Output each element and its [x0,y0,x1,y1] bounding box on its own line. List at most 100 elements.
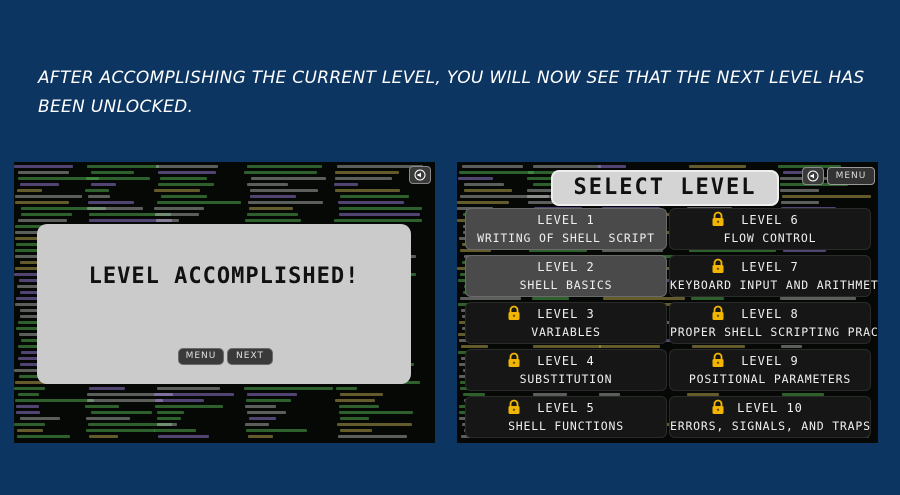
code-line [157,201,241,204]
code-line [21,213,72,216]
level-card-4[interactable]: LEVEL 7 KEYBOARD INPUT AND ARITHMETIC [669,255,878,297]
code-line [91,171,134,174]
code-line [462,165,523,168]
level-name: SUBSTITUTION [519,372,613,386]
code-line [158,183,214,186]
padlock-icon [712,305,724,320]
dialog-title: LEVEL ACCOMPLISHED! [88,264,360,289]
level-accomplished-screenshot: LEVEL ACCOMPLISHED! MENU NEXT [14,162,435,443]
level-card-1[interactable]: LEVEL 1 WRITING OF SHELL SCRIPT [465,208,667,250]
code-line [603,297,685,300]
code-line [15,201,69,204]
code-line [87,399,163,402]
code-line [156,219,179,222]
code-line [780,297,856,300]
code-line [17,435,70,438]
level-card-8[interactable]: LEVEL 9 POSITIONAL PARAMETERS [669,349,871,391]
code-line [339,405,379,408]
code-line [91,183,116,186]
code-line [458,177,493,180]
code-line [18,171,69,174]
code-line [89,435,118,438]
code-line [782,195,871,198]
level-number: LEVEL 1 [537,213,595,227]
code-line [155,405,223,408]
code-line [246,429,307,432]
code-line [156,165,218,168]
code-line [598,165,626,168]
code-line [154,189,200,192]
code-line [780,189,819,192]
level-accomplished-dialog: LEVEL ACCOMPLISHED! MENU NEXT [37,224,411,384]
level-card-6[interactable]: LEVEL 8 PROPER SHELL SCRIPTING PRACTICES [669,302,878,344]
code-line [14,165,73,168]
code-line [340,429,372,432]
code-line [532,297,569,300]
code-line [157,387,220,390]
level-card-9[interactable]: LEVEL 5 SHELL FUNCTIONS [465,396,667,438]
code-line [340,393,383,396]
code-line [158,435,209,438]
code-line [336,387,357,390]
code-line [245,405,276,408]
padlock-icon [508,352,520,367]
code-line [17,429,43,432]
padlock-icon [712,352,724,367]
speaker-icon[interactable] [802,167,824,185]
level-name: WRITING OF SHELL SCRIPT [477,231,655,245]
code-line [89,387,125,390]
level-card-5[interactable]: LEVEL 3 VARIABLES [465,302,667,344]
next-button[interactable]: NEXT [227,348,273,365]
code-line [247,165,322,168]
code-line [533,165,601,168]
code-line [247,183,288,186]
code-line [15,399,94,402]
level-number: LEVEL 5 [537,401,595,415]
code-line [461,345,488,348]
level-name: SHELL BASICS [519,278,613,292]
code-line [335,399,375,402]
code-line [338,435,407,438]
code-line [335,171,399,174]
code-line [245,219,301,222]
level-card-3[interactable]: LEVEL 2 SHELL BASICS [465,255,667,297]
code-line [689,165,746,168]
level-number: LEVEL 7 [741,260,799,274]
padlock-icon [712,258,724,273]
code-line [15,195,82,198]
code-line [251,177,326,180]
select-level-title: SELECT LEVEL [551,170,779,206]
code-line [334,219,422,222]
level-card-10[interactable]: LEVEL 10 ERRORS, SIGNALS, AND TRAPS [669,396,871,438]
menu-button[interactable]: MENU [827,167,875,185]
code-line [88,201,134,204]
menu-button[interactable]: MENU [178,348,224,365]
code-line [158,171,216,174]
code-line [335,177,392,180]
code-line [16,405,39,408]
speaker-icon[interactable] [409,166,431,184]
code-line [161,195,207,198]
code-line [88,195,110,198]
padlock-icon [712,399,724,414]
code-line [464,183,504,186]
level-card-2[interactable]: LEVEL 6 FLOW CONTROL [669,208,871,250]
level-name: PROPER SHELL SCRIPTING PRACTICES [670,325,878,339]
code-line [247,213,298,216]
code-line [155,213,199,216]
padlock-icon [712,211,724,226]
level-name: VARIABLES [531,325,601,339]
code-line [533,345,601,348]
code-line [18,219,67,222]
code-line [154,393,234,396]
code-line [457,201,509,204]
select-level-screenshot: SELECT LEVEL MENU LEVEL 1 WRITING OF SHEL… [457,162,878,443]
level-card-7[interactable]: LEVEL 4 SUBSTITUTION [465,349,667,391]
code-line [334,183,358,186]
code-line [340,417,369,420]
code-line [459,171,534,174]
code-line [248,201,323,204]
instruction-caption: AFTER ACCOMPLISHING THE CURRENT LEVEL, Y… [38,68,865,117]
code-line [17,189,42,192]
code-line [157,411,184,414]
